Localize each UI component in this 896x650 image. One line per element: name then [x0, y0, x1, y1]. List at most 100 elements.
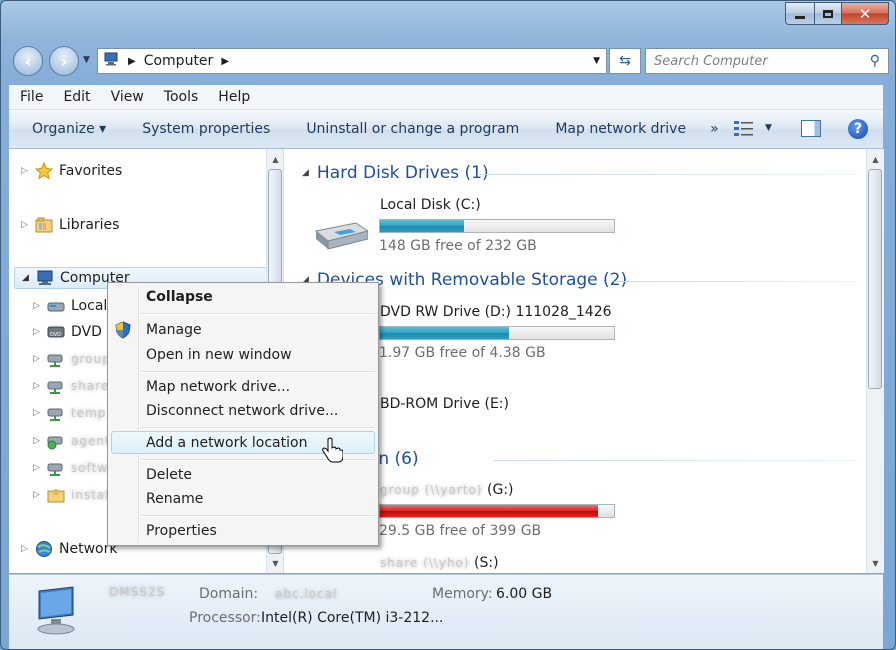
menu-separator: [140, 515, 375, 517]
menu-item-map-network-drive[interactable]: Map network drive...: [146, 379, 290, 395]
tree-item-network-drive[interactable]: ▷ temp: [33, 402, 106, 424]
maximize-icon: [823, 9, 833, 18]
tree-item-favorites[interactable]: ▷ Favorites: [21, 160, 122, 182]
collapse-arrow-icon[interactable]: ◢: [302, 168, 309, 178]
group-divider: [494, 460, 857, 461]
view-dropdown-icon[interactable]: ▼: [765, 123, 772, 133]
address-dropdown-icon[interactable]: ▼: [593, 56, 600, 66]
expand-arrow-icon[interactable]: ▷: [33, 354, 43, 364]
menu-item-rename[interactable]: Rename: [146, 491, 203, 507]
search-input[interactable]: Search Computer: [654, 54, 870, 69]
group-header-hard-disk-drives[interactable]: ◢ Hard Disk Drives (1): [302, 163, 489, 183]
menu-bar: File Edit View Tools Help: [9, 85, 883, 110]
menu-edit[interactable]: Edit: [53, 89, 100, 105]
close-button[interactable]: ✕: [842, 2, 889, 25]
expand-arrow-icon[interactable]: ▷: [33, 381, 43, 391]
change-view-button[interactable]: ▼: [733, 119, 772, 137]
recent-pages-dropdown-icon[interactable]: ▼: [83, 55, 90, 65]
drive-free-space: 29.5 GB free of 399 GB: [379, 523, 542, 539]
menu-tools[interactable]: Tools: [154, 89, 209, 105]
scroll-up-icon[interactable]: ▲: [867, 151, 884, 167]
menu-item-properties[interactable]: Properties: [146, 523, 217, 539]
memory-label: Memory:: [432, 586, 493, 602]
address-bar[interactable]: ▶ Computer ▶ ▼: [97, 48, 607, 74]
map-network-drive-button[interactable]: Map network drive: [537, 121, 704, 137]
drive-usage-fill: [380, 220, 465, 232]
drive-name[interactable]: Local Disk (C:): [380, 197, 481, 213]
expand-arrow-icon[interactable]: ▷: [33, 327, 43, 337]
network-drive-icon: [47, 350, 65, 368]
domain-label: Domain:: [199, 586, 259, 602]
collapse-arrow-icon[interactable]: ◢: [22, 273, 32, 283]
scroll-down-icon[interactable]: ▼: [867, 555, 884, 571]
menu-separator: [140, 313, 375, 315]
more-commands-button[interactable]: »: [704, 121, 725, 137]
system-properties-button[interactable]: System properties: [124, 121, 288, 137]
tree-label: Favorites: [59, 163, 123, 179]
drive-name[interactable]: share (\\yho) (S:): [380, 555, 499, 571]
tree-item-local-disk[interactable]: ▷ Local: [33, 295, 107, 317]
menu-item-delete[interactable]: Delete: [146, 467, 192, 483]
search-box[interactable]: Search Computer ⚲: [645, 48, 889, 74]
blurred-label: temp: [71, 406, 107, 420]
scroll-up-icon[interactable]: ▲: [267, 151, 283, 167]
breadcrumb-separator-icon[interactable]: ▶: [221, 56, 229, 67]
memory-value: 6.00 GB: [496, 586, 553, 602]
expand-arrow-icon[interactable]: ▷: [33, 408, 43, 418]
expand-arrow-icon[interactable]: ▷: [21, 166, 31, 176]
scroll-thumb[interactable]: [868, 169, 882, 389]
breadcrumb-computer[interactable]: Computer: [144, 53, 214, 69]
drive-name[interactable]: group (\\yarto) (G:): [380, 482, 514, 498]
tree-item-network-drive[interactable]: ▷ group: [33, 348, 111, 370]
group-divider: [477, 174, 857, 175]
libraries-icon: [35, 216, 53, 234]
expand-arrow-icon[interactable]: ▷: [21, 220, 31, 230]
search-icon[interactable]: ⚲: [870, 53, 880, 69]
computer-icon: [104, 52, 120, 70]
computer-icon: [36, 269, 54, 287]
maximize-button[interactable]: [815, 2, 842, 25]
tree-item-network-drive[interactable]: ▷ share: [33, 375, 109, 397]
minimize-icon: [795, 15, 805, 19]
expand-arrow-icon[interactable]: ▷: [33, 463, 43, 473]
network-drive-icon: [47, 459, 65, 477]
expand-arrow-icon[interactable]: ▷: [33, 490, 43, 500]
scroll-down-icon[interactable]: ▼: [267, 555, 283, 571]
refresh-button[interactable]: ⇆: [609, 48, 641, 74]
expand-arrow-icon[interactable]: ▷: [33, 301, 43, 311]
tree-item-dvd-drive[interactable]: ▷ DVD DVD I: [33, 321, 110, 343]
explorer-window: ✕ ‹ › ▼ ▶ Computer ▶ ▼ ⇆ Search Computer…: [0, 0, 896, 650]
domain-value-blurred: abc.local: [275, 587, 338, 601]
help-icon[interactable]: ?: [848, 119, 868, 139]
drive-name[interactable]: BD-ROM Drive (E:): [380, 396, 509, 412]
refresh-icon: ⇆: [619, 53, 631, 69]
menu-item-manage[interactable]: Manage: [146, 322, 202, 338]
content-scrollbar[interactable]: ▲ ▼: [866, 149, 884, 573]
breadcrumb-separator-icon[interactable]: ▶: [128, 56, 136, 67]
menu-file[interactable]: File: [9, 89, 53, 105]
menu-item-add-network-location[interactable]: Add a network location: [146, 435, 307, 451]
expand-arrow-icon[interactable]: ▷: [21, 544, 31, 554]
hard-disk-icon: [47, 297, 65, 315]
network-drive-icon: [47, 377, 65, 395]
forward-button[interactable]: ›: [49, 46, 79, 76]
menu-item-collapse[interactable]: Collapse: [146, 289, 213, 305]
tree-item-libraries[interactable]: ▷ Libraries: [21, 214, 119, 236]
menu-item-open-new-window[interactable]: Open in new window: [146, 347, 292, 363]
tree-item-network[interactable]: ▷ Network: [21, 538, 117, 560]
blurred-label: group (\\yarto): [380, 483, 483, 497]
organize-button[interactable]: Organize ▾: [9, 121, 124, 137]
tree-label: DVD I: [71, 324, 111, 340]
menu-item-disconnect-network-drive[interactable]: Disconnect network drive...: [146, 403, 338, 419]
uninstall-program-button[interactable]: Uninstall or change a program: [288, 121, 537, 137]
menu-help[interactable]: Help: [208, 89, 260, 105]
preview-pane-icon[interactable]: [801, 120, 821, 137]
uac-shield-icon: [114, 321, 132, 343]
back-button[interactable]: ‹: [13, 46, 43, 76]
processor-label: Processor:: [189, 610, 261, 626]
minimize-button[interactable]: [785, 2, 815, 25]
drive-name[interactable]: DVD RW Drive (D:) 111028_1426: [380, 304, 612, 320]
tree-item-network-drive[interactable]: ▷ agents: [33, 430, 118, 452]
menu-view[interactable]: View: [101, 89, 154, 105]
expand-arrow-icon[interactable]: ▷: [33, 436, 43, 446]
